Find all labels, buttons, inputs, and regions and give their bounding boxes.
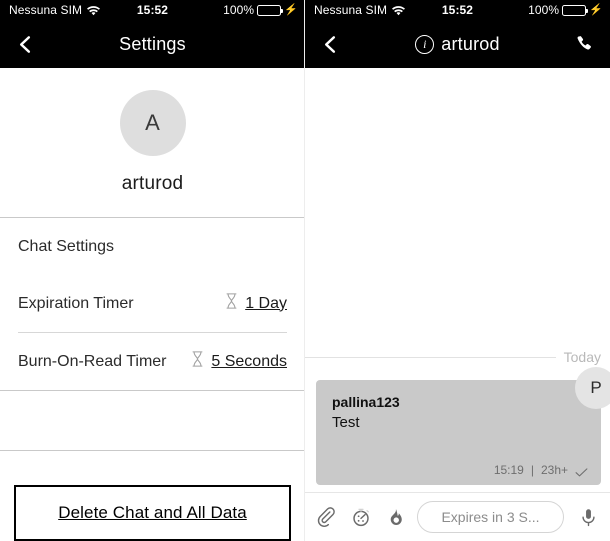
delete-chat-and-all-data-button[interactable]: Delete Chat and All Data	[14, 485, 291, 541]
message-time: 15:19	[493, 463, 524, 477]
status-bar-battery-group: 100% ⚡	[223, 3, 298, 17]
battery-icon	[562, 4, 589, 16]
row-chat-settings[interactable]: Chat Settings	[0, 218, 305, 275]
day-separator-line	[305, 356, 556, 358]
lightning-bolt-icon: ⚡	[589, 3, 603, 16]
message-group: pallina123 Test 15:19 | 23h+ P	[305, 367, 610, 485]
dual-phone-screenshot: Nessuna SIM 15:52 100% ⚡ Settings A artu…	[0, 0, 610, 541]
phone-icon	[577, 36, 591, 50]
call-button[interactable]	[568, 28, 600, 60]
status-bar-left: Nessuna SIM 15:52 100% ⚡	[0, 0, 305, 20]
settings-pane: Nessuna SIM 15:52 100% ⚡ Settings A artu…	[0, 0, 305, 541]
message-expiry: 23h+	[540, 463, 568, 477]
settings-navbar: Settings	[0, 20, 305, 68]
chat-title-group[interactable]: i arturod	[305, 34, 610, 55]
expiration-timer-value[interactable]: 1 Day	[245, 295, 287, 313]
chat-message-list[interactable]: Today pallina123 Test 15:19 | 23h+ P	[305, 68, 610, 492]
delete-button-wrap: Delete Chat and All Data	[14, 485, 291, 541]
battery-percent-label: 100%	[528, 3, 560, 17]
chat-pane: Nessuna SIM 15:52 100% ⚡ i arturod Today…	[305, 0, 610, 541]
microphone-icon[interactable]	[577, 506, 600, 529]
flame-icon[interactable]	[383, 506, 406, 529]
status-bar-battery-group: 100% ⚡	[528, 3, 603, 17]
message-bubble[interactable]: pallina123 Test 15:19 | 23h+ P	[316, 367, 610, 485]
lightning-bolt-icon: ⚡	[284, 3, 298, 16]
day-separator-label: Today	[563, 349, 601, 365]
message-sender: pallina123	[332, 394, 400, 410]
row-label-chat-settings: Chat Settings	[18, 237, 115, 255]
page-title: Settings	[119, 33, 186, 54]
day-separator: Today	[305, 349, 610, 365]
battery-icon	[257, 4, 284, 16]
message-composer: Expires in 3 S...	[305, 492, 610, 541]
message-meta-separator: |	[530, 463, 534, 477]
burn-on-read-timer-value[interactable]: 5 Seconds	[211, 353, 287, 371]
info-circle-icon[interactable]: i	[415, 34, 435, 54]
row-burn-on-read-timer[interactable]: Burn-On-Read Timer 5 Seconds	[0, 333, 305, 390]
divider-bottom-section	[0, 450, 305, 451]
row-value-burn-on-read-timer[interactable]: 5 Seconds	[191, 351, 287, 372]
paperclip-icon[interactable]	[315, 506, 338, 529]
status-bar-right: Nessuna SIM 15:52 100% ⚡	[305, 0, 610, 20]
row-label-expiration-timer: Expiration Timer	[18, 294, 134, 312]
avatar: A	[119, 90, 186, 156]
stopwatch-icon[interactable]	[349, 506, 372, 529]
profile-header: A arturod	[0, 68, 305, 195]
battery-percent-label: 100%	[223, 3, 255, 17]
hourglass-icon	[191, 351, 204, 372]
row-expiration-timer[interactable]: Expiration Timer 1 Day	[0, 275, 305, 332]
chat-navbar: i arturod	[305, 20, 610, 68]
chat-title: arturod	[441, 33, 500, 54]
message-input[interactable]: Expires in 3 S...	[417, 501, 564, 533]
row-value-expiration-timer[interactable]: 1 Day	[225, 293, 287, 314]
hourglass-icon	[225, 293, 238, 314]
checkmark-icon	[575, 466, 588, 476]
pane-divider	[304, 0, 305, 541]
profile-name: arturod	[121, 173, 184, 194]
message-avatar: P	[575, 367, 610, 409]
message-text: Test	[332, 414, 360, 431]
row-label-burn-on-read-timer: Burn-On-Read Timer	[18, 352, 167, 370]
message-meta: 15:19 | 23h+	[494, 463, 588, 477]
